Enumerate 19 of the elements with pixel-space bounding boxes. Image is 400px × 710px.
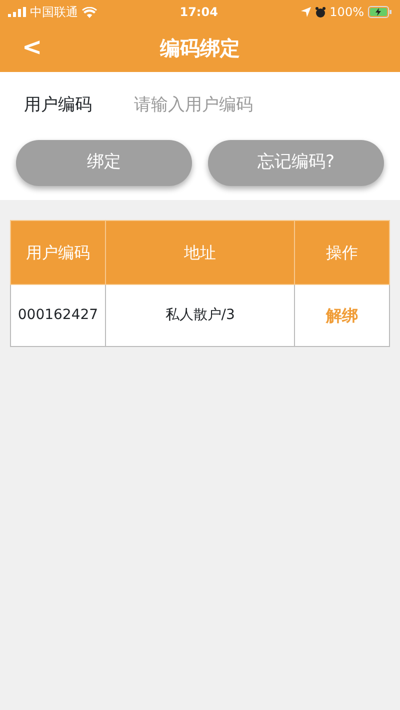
table-cell: 私人散户/3 xyxy=(105,284,295,346)
back-button[interactable]: < xyxy=(18,32,46,62)
field-label: 用户编码 xyxy=(23,94,93,118)
column-header: 操作 xyxy=(294,220,390,284)
clock-time: 17:04 xyxy=(180,4,218,21)
page-title: 编码绑定 xyxy=(160,35,240,62)
forgot-code-button[interactable]: 忘记编码? xyxy=(208,140,384,186)
column-header: 地址 xyxy=(105,220,295,284)
signal-icon xyxy=(8,7,26,17)
alarm-clock-icon xyxy=(314,6,326,18)
battery-percent: 100% xyxy=(330,4,364,21)
table-cell: 000162427 xyxy=(10,284,106,346)
battery-charging-icon xyxy=(368,6,392,18)
location-arrow-icon xyxy=(300,7,311,17)
wifi-icon xyxy=(82,6,97,18)
bind-button[interactable]: 绑定 xyxy=(16,140,192,186)
carrier-name: 中国联通 xyxy=(30,4,78,21)
column-header: 用户编码 xyxy=(10,220,106,284)
unbind-link[interactable]: 解绑 xyxy=(326,304,358,328)
